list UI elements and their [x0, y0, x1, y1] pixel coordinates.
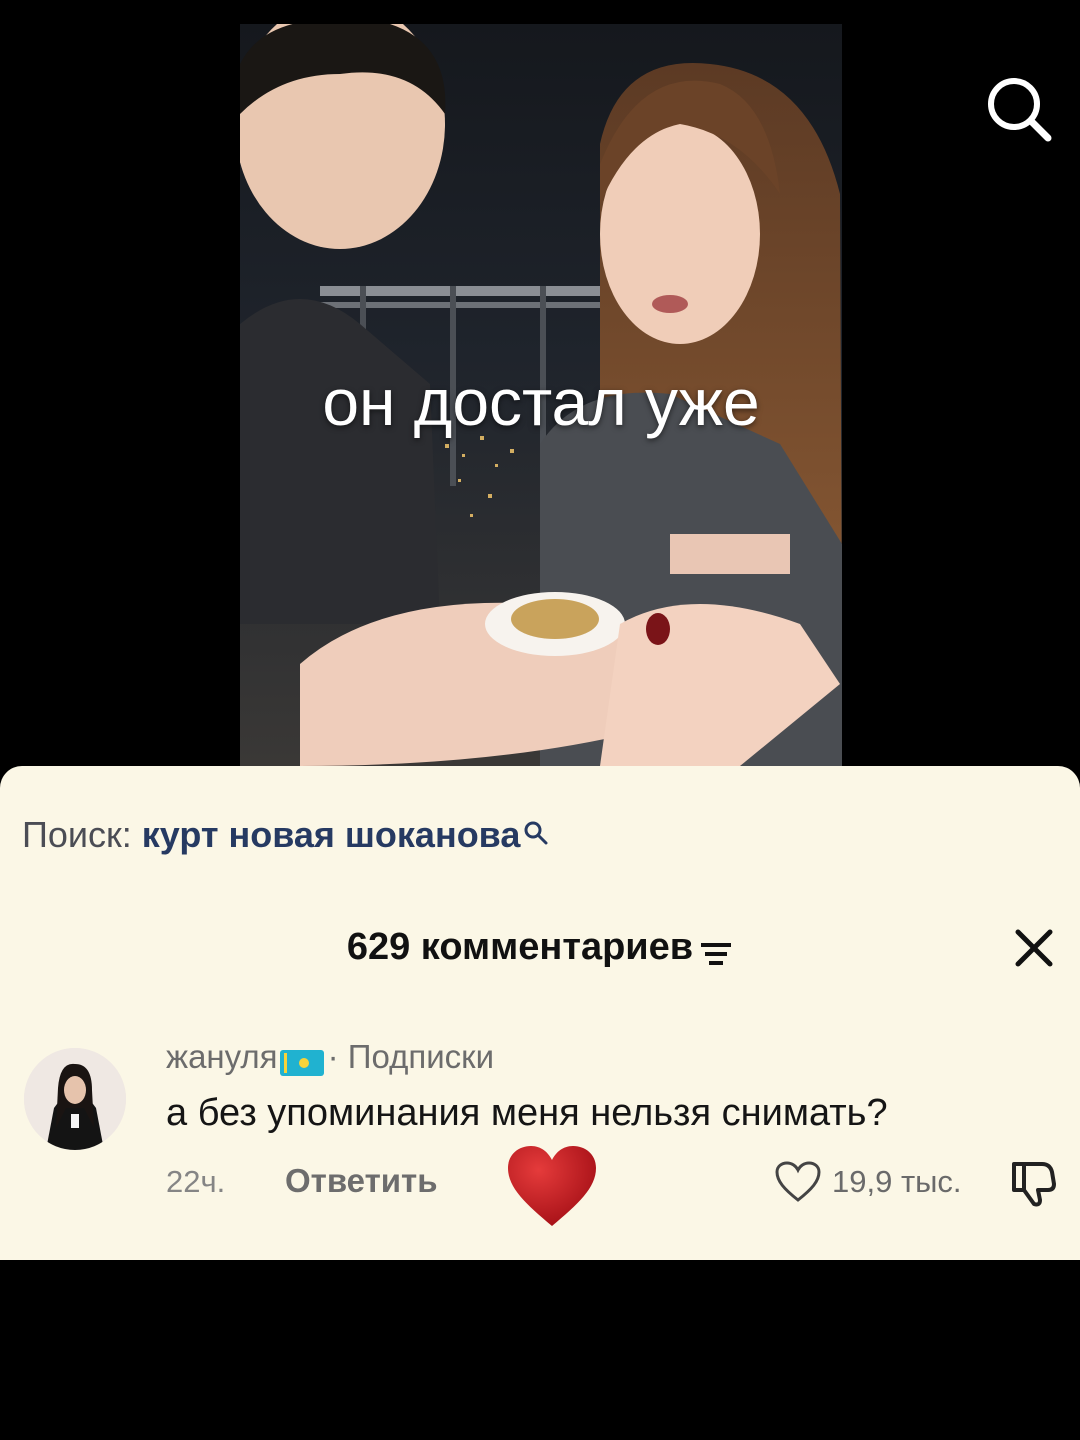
comment-username[interactable]: жануля [166, 1038, 278, 1075]
comment-relation: · Подписки [327, 1038, 494, 1075]
video-caption: он достал уже [322, 365, 760, 439]
search-icon [522, 814, 550, 845]
close-icon[interactable] [1012, 926, 1056, 970]
comment-timestamp: 22ч. [166, 1164, 226, 1199]
search-suggestion-label: Поиск: [22, 814, 132, 855]
avatar[interactable] [24, 1048, 126, 1150]
search-suggestion-query[interactable]: курт новая шоканова [142, 814, 521, 855]
search-suggestion[interactable]: Поиск: курт новая шоканова [22, 814, 550, 856]
thumbs-down-icon[interactable] [1008, 1156, 1060, 1208]
heart-outline-icon[interactable] [774, 1160, 822, 1204]
filter-icon[interactable] [699, 935, 733, 965]
reply-button[interactable]: Ответить [285, 1162, 438, 1200]
search-icon[interactable] [984, 74, 1054, 144]
comments-count: 629 комментариев [346, 926, 694, 968]
comments-sheet: Поиск: курт новая шоканова 629 комментар… [0, 766, 1080, 1260]
comment-meta: жануля · Подписки [166, 1038, 494, 1077]
kazakhstan-flag-icon [279, 1046, 324, 1077]
video-player[interactable]: он достал уже [240, 24, 842, 766]
like-count: 19,9 тыс. [832, 1164, 962, 1199]
heart-filled-icon [506, 1144, 598, 1228]
comment-text: а без упоминания меня нельзя снимать? [166, 1092, 888, 1134]
comments-count-header: 629 комментариев [0, 926, 1080, 969]
